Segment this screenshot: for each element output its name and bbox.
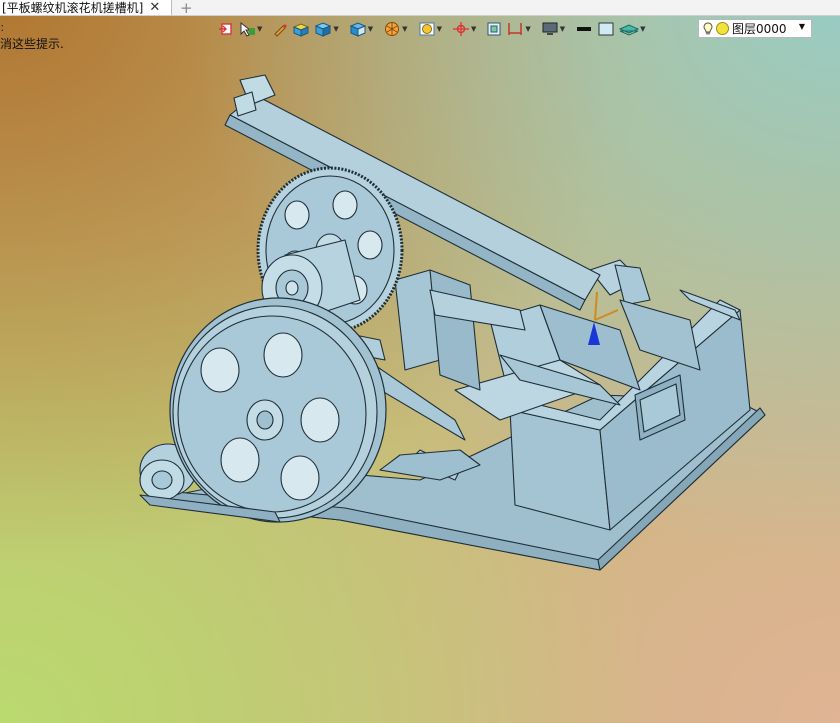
chevron-down-icon[interactable]: ▼ (402, 25, 407, 33)
origin-axis-icon[interactable]: ▼ (450, 18, 478, 40)
chevron-down-icon[interactable]: ▼ (640, 25, 645, 33)
hint-line-1: ： (0, 24, 10, 34)
layer-color-icon[interactable] (716, 22, 729, 35)
layer-dropdown[interactable]: 图层0000 ▼ (698, 19, 812, 38)
chevron-down-icon[interactable]: ▼ (560, 25, 565, 33)
chevron-down-icon[interactable]: ▼ (333, 25, 338, 33)
line-color-icon[interactable] (573, 18, 595, 40)
chevron-down-icon[interactable]: ▼ (471, 25, 476, 33)
document-tab-title: [平板螺纹机滚花机搓槽机] (2, 0, 144, 15)
view-toolbar: ▼ ▼ ▼ ▼ ▼ ▼ ▼ ▼ ▼ (216, 17, 648, 41)
document-tab[interactable]: [平板螺纹机滚花机搓槽机] ✕ (0, 0, 172, 15)
hint-line-2: 消这些提示. (0, 37, 64, 51)
flywheel (169, 297, 387, 523)
smart-pick-icon[interactable]: ▼ (236, 18, 264, 40)
document-tab-bar: [平板螺纹机滚花机搓槽机] ✕ + (0, 0, 840, 17)
chevron-down-icon[interactable]: ▼ (368, 25, 373, 33)
chevron-down-icon[interactable]: ▼ (437, 25, 442, 33)
bulb-icon[interactable] (703, 21, 713, 36)
layer-plane-icon[interactable]: ▼ (617, 18, 647, 40)
monitor-icon[interactable]: ▼ (539, 18, 567, 40)
fill-color-icon[interactable] (595, 18, 617, 40)
chevron-down-icon[interactable]: ▼ (525, 25, 530, 33)
exit-sketch-icon[interactable] (216, 18, 236, 40)
chevron-down-icon[interactable]: ▼ (257, 25, 262, 33)
cube-view-icon[interactable]: ▼ (312, 18, 340, 40)
render-icon[interactable]: ▼ (381, 18, 409, 40)
3d-viewport[interactable]: [平板螺纹机滚花机搓槽机] ✕ + ： 消这些提示. ▼ ▼ ▼ ▼ ▼ ▼ ▼… (0, 0, 840, 723)
dimension-icon[interactable]: ▼ (504, 18, 532, 40)
pencil-icon[interactable] (270, 18, 290, 40)
close-icon[interactable]: ✕ (149, 0, 160, 15)
frame-icon[interactable] (484, 18, 504, 40)
cad-model[interactable] (0, 0, 840, 723)
layer-name: 图层0000 (732, 22, 787, 36)
shaded-sphere-icon[interactable]: ▼ (416, 18, 444, 40)
chevron-down-icon[interactable]: ▼ (799, 22, 805, 31)
add-tab-icon[interactable]: + (180, 0, 193, 17)
display-cube-icon[interactable]: ▼ (347, 18, 375, 40)
solid-box-icon[interactable] (290, 18, 312, 40)
